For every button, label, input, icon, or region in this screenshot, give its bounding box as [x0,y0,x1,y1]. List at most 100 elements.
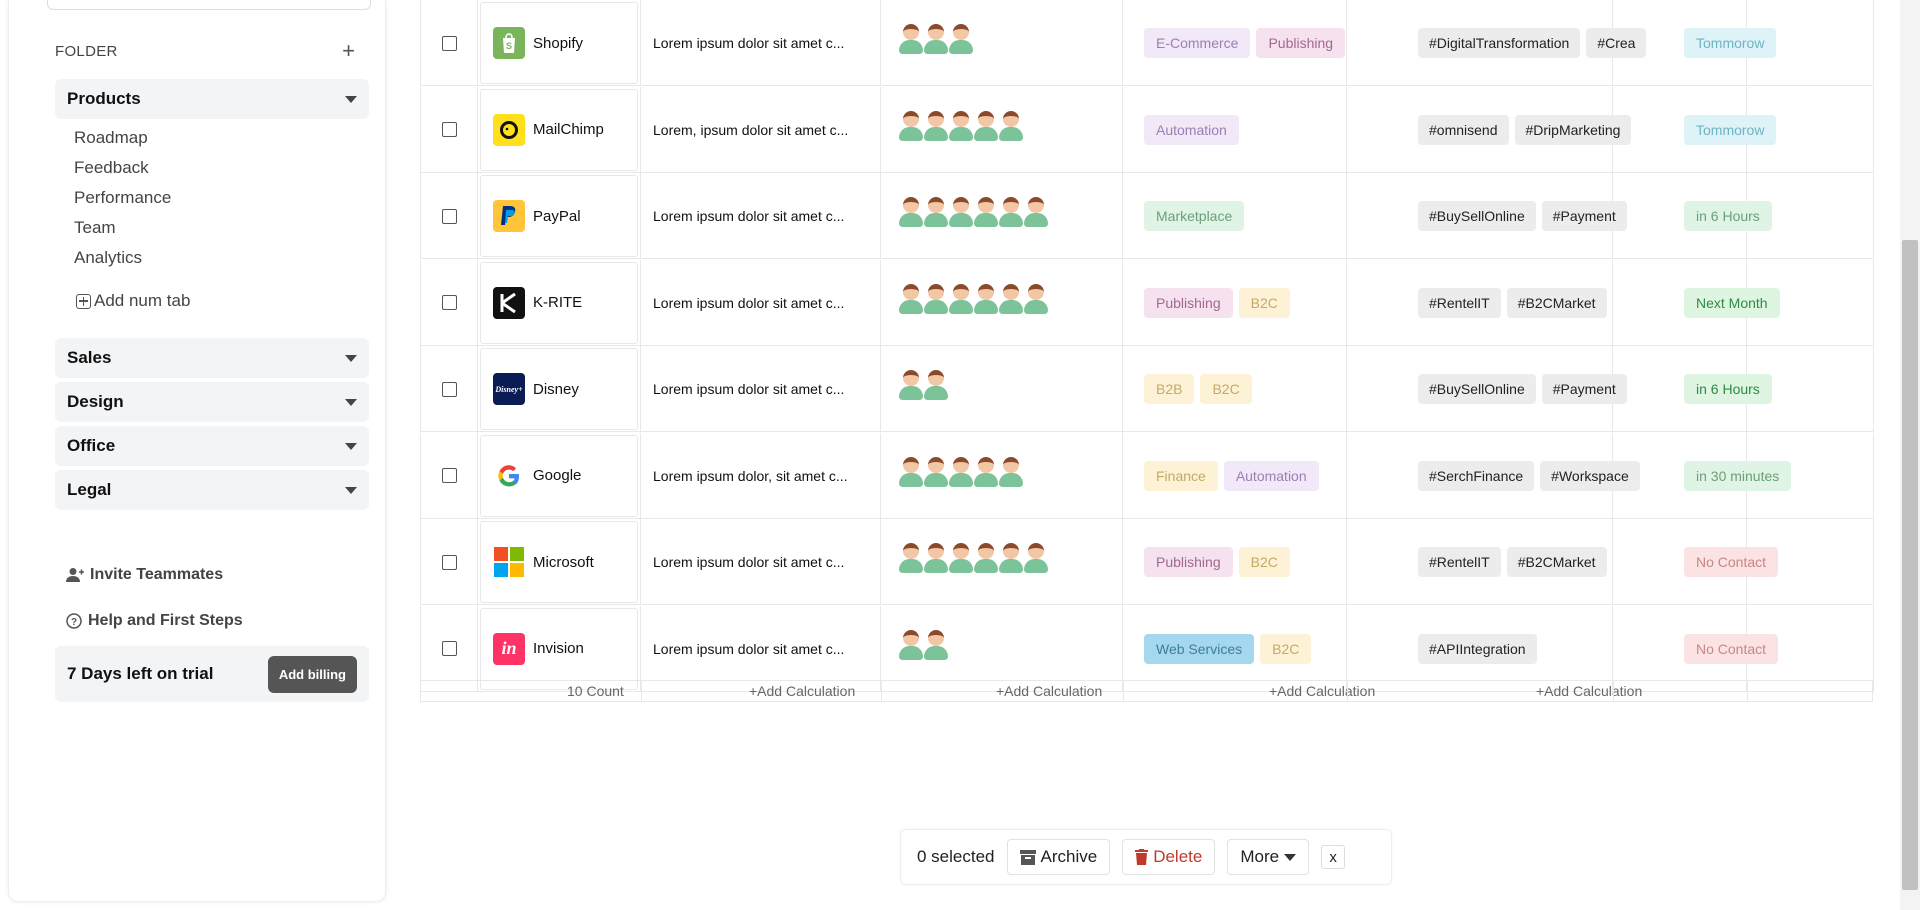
hashtag-list[interactable]: #BuySellOnline #Payment [1418,173,1666,259]
description-cell[interactable]: Lorem ipsum dolor sit amet c... [653,173,844,259]
sidebar-item-feedback[interactable]: Feedback [74,158,149,178]
category-tags[interactable]: Automation [1144,87,1239,173]
group-sales[interactable]: Sales [55,338,369,378]
invite-label: Invite Teammates [90,566,224,583]
hashtag-list[interactable]: #DigitalTransformation #Crea [1418,0,1666,86]
assignee-avatars[interactable] [898,626,948,662]
search-input[interactable] [47,0,371,10]
company-cell[interactable]: Google [480,434,638,517]
assignee-avatars[interactable] [898,366,948,402]
company-cell[interactable]: Microsoft [480,521,638,603]
add-tab-button[interactable]: Add num tab [76,291,190,311]
group-office-label: Office [67,436,116,455]
due-status-cell[interactable]: in 30 minutes [1684,433,1792,519]
add-calculation-hashtags[interactable]: +Add Calculation [1536,683,1642,699]
due-status-cell[interactable]: No Contact [1684,606,1779,692]
more-button[interactable]: More [1227,839,1310,875]
due-status-cell[interactable]: Tommorow [1684,87,1777,173]
hashtag-list[interactable]: #SerchFinance #Workspace [1418,433,1666,519]
help-link[interactable]: ? Help and First Steps [66,612,243,630]
row-checkbox[interactable] [441,468,457,483]
category-tags[interactable]: B2B B2C [1144,346,1252,432]
due-status-cell[interactable]: Tommorow [1684,0,1777,86]
assignee-avatars[interactable] [898,280,1048,316]
invite-teammates-link[interactable]: Invite Teammates [66,566,223,584]
add-calculation-tags[interactable]: +Add Calculation [1269,683,1375,699]
hashtag-list[interactable]: #BuySellOnline #Payment [1418,346,1666,432]
column-divider [1873,0,1874,86]
category-tag: Finance [1144,460,1218,491]
row-select-cell [420,519,478,605]
hashtag-chip: #Workspace [1540,460,1640,491]
category-tags[interactable]: Web Services B2C [1144,606,1312,692]
column-divider [1346,432,1347,519]
caret-down-icon [345,354,357,362]
column-divider [1122,432,1123,519]
category-tags[interactable]: Marketplace [1144,173,1245,259]
scrollbar-thumb[interactable] [1902,240,1918,890]
assignee-avatars[interactable] [898,453,1023,489]
category-tags[interactable]: Finance Automation [1144,433,1319,519]
column-divider [1346,0,1347,86]
archive-button[interactable]: Archive [1006,839,1111,875]
add-calculation-description[interactable]: +Add Calculation [749,683,855,699]
description-cell[interactable]: Lorem ipsum dolor, sit amet c... [653,433,848,519]
sidebar-item-analytics[interactable]: Analytics [74,248,142,268]
close-selection-button[interactable]: x [1321,845,1346,869]
sidebar-item-roadmap[interactable]: Roadmap [74,128,148,148]
company-cell[interactable]: Disney+ Disney [480,348,638,430]
add-billing-button[interactable]: Add billing [267,655,357,693]
assignee-avatars[interactable] [898,20,973,56]
assignee-avatars[interactable] [898,193,1048,229]
row-checkbox[interactable] [441,381,457,397]
description-cell[interactable]: Lorem ipsum dolor sit amet c... [653,519,844,605]
row-checkbox[interactable] [441,208,457,224]
due-status-cell[interactable]: in 6 Hours [1684,173,1772,259]
avatar [998,453,1024,489]
row-checkbox[interactable] [441,35,457,51]
company-cell[interactable]: PayPal [480,175,638,257]
company-name: Microsoft [533,553,594,571]
company-cell[interactable]: S Shopify [480,2,638,84]
description-cell[interactable]: Lorem, ipsum dolor sit amet c... [653,87,848,173]
category-tags[interactable]: Publishing B2C [1144,260,1290,346]
description-cell[interactable]: Lorem ipsum dolor sit amet c... [653,346,844,432]
company-cell[interactable]: MailChimp [480,88,638,171]
row-checkbox[interactable] [441,295,457,310]
invision-logo-icon: in [493,632,525,665]
avatar [948,193,974,229]
hashtag-list[interactable]: #APIIntegration [1418,606,1666,692]
group-design-label: Design [67,392,124,411]
add-calculation-avatars[interactable]: +Add Calculation [996,683,1102,699]
row-checkbox[interactable] [441,641,457,656]
add-folder-icon[interactable]: + [342,40,355,62]
avatar [923,626,949,662]
group-office[interactable]: Office [55,426,369,466]
company-cell[interactable]: in Invision [480,607,638,690]
assignee-avatars[interactable] [898,107,1023,143]
hashtag-list[interactable]: #omnisend #DripMarketing [1418,87,1666,173]
archive-icon [1019,849,1036,865]
company-cell[interactable]: K-RITE [480,261,638,344]
due-status-cell[interactable]: Next Month [1684,260,1780,346]
delete-button[interactable]: Delete [1122,839,1216,875]
row-checkbox[interactable] [441,122,457,137]
category-tags[interactable]: Publishing B2C [1144,519,1290,605]
description-cell[interactable]: Lorem ipsum dolor sit amet c... [653,0,844,86]
archive-label: Archive [1040,847,1098,866]
category-tags[interactable]: E-Commerce Publishing [1144,0,1346,86]
group-legal-label: Legal [67,480,112,499]
sidebar-item-performance[interactable]: Performance [74,188,171,208]
hashtag-list[interactable]: #RentelIT #B2CMarket [1418,260,1666,346]
description-cell[interactable]: Lorem ipsum dolor sit amet c... [653,260,844,346]
group-legal[interactable]: Legal [55,470,369,510]
description-cell[interactable]: Lorem ipsum dolor sit amet c... [653,606,844,692]
group-design[interactable]: Design [55,382,369,422]
row-checkbox[interactable] [441,554,457,570]
hashtag-list[interactable]: #RentelIT #B2CMarket [1418,519,1666,605]
sidebar-item-team[interactable]: Team [74,218,116,238]
group-products[interactable]: Products [55,79,369,119]
due-status-cell[interactable]: No Contact [1684,519,1779,605]
due-status-cell[interactable]: in 6 Hours [1684,346,1772,432]
assignee-avatars[interactable] [898,539,1048,575]
